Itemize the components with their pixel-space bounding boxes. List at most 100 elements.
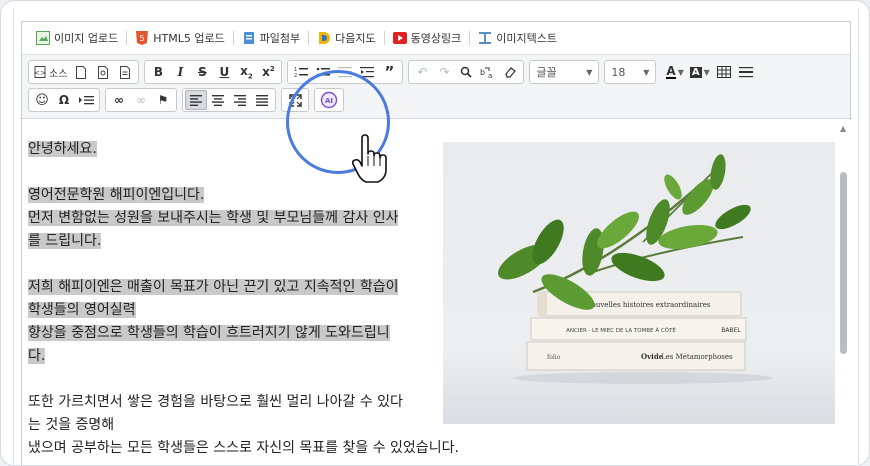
file-attach-label: 파일첨부 (259, 32, 301, 45)
align-left-icon (190, 94, 202, 106)
font-family-select[interactable]: 글꼴 ▼ (529, 60, 600, 84)
unlink-button[interactable]: ∞ (130, 90, 152, 110)
align-center-button[interactable] (207, 90, 229, 110)
divider (126, 31, 128, 45)
align-justify-button[interactable] (251, 90, 273, 110)
image-text-button[interactable]: 이미지텍스트 (472, 28, 563, 48)
svg-text:5: 5 (140, 34, 145, 43)
content-line-text: 향상을 중점으로 학생들의 학습이 흐트러지기 않게 도와드립니 (28, 325, 390, 341)
strikethrough-button[interactable]: S (191, 62, 213, 82)
omega-icon: Ω (58, 93, 70, 107)
bold-button[interactable]: B (147, 62, 169, 82)
video-link-label: 동영상링크 (410, 32, 462, 45)
link-icon: ∞ (114, 93, 124, 107)
video-link-icon (392, 31, 407, 45)
replace-icon: ba (480, 67, 493, 79)
template-button[interactable] (114, 62, 136, 82)
subscript-button[interactable]: x2 (235, 62, 257, 82)
undo-button[interactable]: ↶ (411, 62, 433, 82)
content-line-text: 는 것을 증명해 (28, 417, 115, 433)
frame-border-right (858, 9, 859, 465)
divider (308, 31, 310, 45)
content-line-text: 냈으며 공부하는 모든 학생들은 스스로 자신의 목표를 찾을 수 있었습니다. (28, 440, 459, 456)
content-line-text: 먼저 변함없는 성원을 보내주시는 학생 및 부모님들께 감사 인사 (28, 210, 399, 226)
blockquote-icon: ” (384, 63, 395, 81)
image-upload-icon (36, 31, 50, 45)
link-group: ∞ ∞ ⚑ (105, 88, 177, 112)
svg-text:b: b (480, 68, 485, 77)
html5-upload-button[interactable]: 5 HTML5 업로드 (129, 28, 230, 48)
font-size-select[interactable]: 18 ▼ (604, 60, 657, 84)
insert-line-button[interactable] (75, 90, 97, 110)
emoji-button[interactable]: ☺ (31, 90, 53, 110)
italic-button[interactable]: I (169, 62, 191, 82)
attachment-bar: 이미지 업로드 5 HTML5 업로드 파일첨부 다음지도 동영상링크 이미지텍… (22, 22, 850, 55)
background-color-button[interactable]: A ▼ (687, 62, 713, 82)
find-button[interactable] (455, 62, 477, 82)
align-left-button[interactable] (185, 90, 207, 110)
redo-button[interactable]: ↷ (433, 62, 455, 82)
underline-button[interactable]: U (213, 62, 235, 82)
superscript-icon: x2 (262, 65, 275, 79)
book-publisher-3: folio (547, 354, 561, 361)
file-attach-icon (242, 31, 256, 45)
divider (232, 31, 234, 45)
svg-text:2: 2 (294, 73, 297, 78)
numbered-list-icon: 12 (294, 67, 309, 78)
preview-icon (98, 65, 109, 79)
table-button[interactable] (713, 62, 735, 82)
content-line-text: 다. (28, 348, 46, 364)
superscript-button[interactable]: x2 (257, 62, 279, 82)
eraser-icon (505, 67, 516, 78)
replace-button[interactable]: ba (477, 62, 499, 82)
link-button[interactable]: ∞ (108, 90, 130, 110)
align-right-button[interactable] (229, 90, 251, 110)
book-title-2: ANCIER · LE MIEC DE LA TOMBE À CÔTÉ (566, 326, 676, 334)
daum-map-icon (317, 31, 331, 45)
hand-pointer-icon (352, 134, 387, 183)
blockquote-button[interactable]: ” (378, 62, 400, 82)
undo-icon: ↶ (417, 65, 428, 79)
daum-map-button[interactable]: 다음지도 (311, 28, 381, 48)
special-char-button[interactable]: Ω (53, 90, 75, 110)
text-color-button[interactable]: A ▼ (663, 62, 686, 82)
svg-text:a: a (488, 72, 492, 79)
redo-icon: ↷ (439, 65, 450, 79)
divider (383, 31, 385, 45)
divider (469, 31, 471, 45)
chevron-down-icon: ▼ (643, 67, 650, 77)
text-style-group: B I S U x2 x2 (144, 60, 283, 84)
remove-format-button[interactable] (499, 62, 521, 82)
new-document-icon (76, 65, 87, 79)
content-line-text: 또한 가르치면서 쌓은 경험을 바탕으로 훨씬 멀리 나아갈 수 있다 (28, 394, 403, 410)
file-attach-button[interactable]: 파일첨부 (236, 28, 306, 48)
html5-icon: 5 (135, 31, 149, 45)
text-color-icon: A (666, 64, 676, 79)
content-line-text: 학생들의 영어실력 (28, 302, 136, 318)
preview-button[interactable] (92, 62, 114, 82)
editor-content[interactable]: 안녕하세요. 영어전문학원 해피이엔입니다. 먼저 변함없는 성원을 보내주시는 학… (22, 120, 835, 465)
chevron-down-icon: ▼ (703, 67, 710, 77)
template-icon (120, 65, 131, 79)
svg-text:<>: <> (34, 69, 46, 77)
scroll-thumb[interactable] (840, 172, 847, 354)
vertical-scrollbar[interactable]: ▲ (837, 120, 851, 465)
align-justify-icon (256, 94, 268, 106)
insert-paragraph-icon (78, 96, 94, 105)
unlink-icon: ∞ (136, 93, 146, 107)
book-title-3: Les Métamorphoses (661, 353, 733, 361)
horizontal-rule-button[interactable] (735, 62, 757, 82)
video-link-button[interactable]: 동영상링크 (387, 28, 468, 48)
image-upload-label: 이미지 업로드 (54, 32, 119, 45)
scroll-up-icon[interactable]: ▲ (840, 124, 846, 133)
image-upload-button[interactable]: 이미지 업로드 (30, 28, 124, 48)
source-label: 소스 (49, 68, 68, 80)
content-line: 냈으며 공부하는 모든 학생들은 스스로 자신의 목표를 찾을 수 있었습니다. (28, 437, 835, 460)
frame-border-left (13, 9, 14, 465)
align-right-icon (234, 94, 246, 106)
emoji-icon: ☺ (35, 92, 49, 108)
new-document-button[interactable] (70, 62, 92, 82)
font-size-value: 18 (611, 65, 626, 79)
source-button[interactable]: <> 소스 (31, 62, 70, 82)
anchor-button[interactable]: ⚑ (152, 90, 174, 110)
